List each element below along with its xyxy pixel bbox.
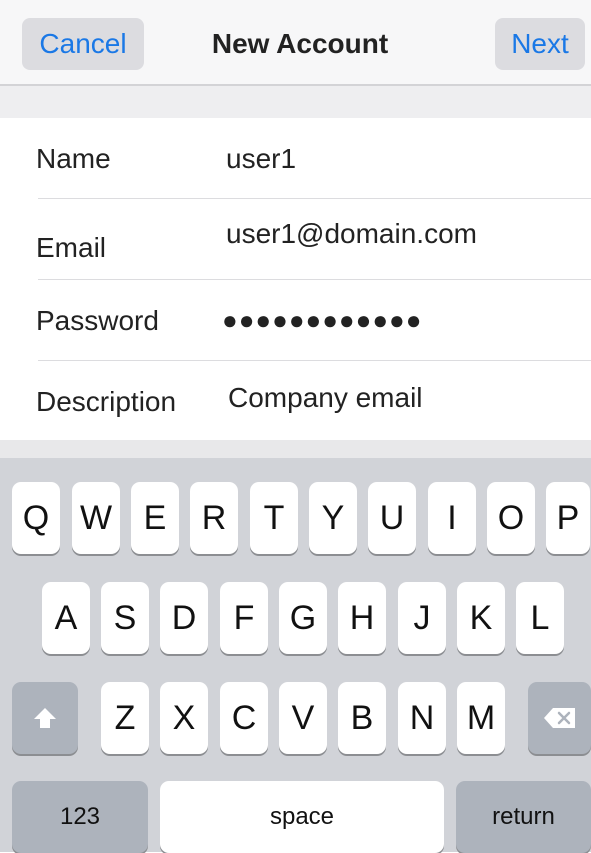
key-m[interactable]: M [457,682,505,754]
name-field[interactable]: user1 [226,118,296,199]
section-gap [0,86,591,118]
backspace-icon [543,708,575,728]
key-o[interactable]: O [487,482,535,554]
key-x[interactable]: X [160,682,208,754]
key-w[interactable]: W [72,482,120,554]
key-t[interactable]: T [250,482,298,554]
email-field[interactable]: user1@domain.com [226,193,477,274]
numbers-key[interactable]: 123 [12,781,148,853]
key-y[interactable]: Y [309,482,357,554]
key-g[interactable]: G [279,582,327,654]
key-p[interactable]: P [546,482,590,554]
description-label: Description [36,385,177,417]
name-label: Name [36,142,111,174]
navigation-bar: Cancel New Account Next [0,0,591,86]
key-n[interactable]: N [398,682,446,754]
keyboard-divider [0,440,591,458]
password-row[interactable]: Password ●●●●●●●●●●●● [0,280,591,361]
space-key[interactable]: space [160,781,444,853]
key-r[interactable]: R [190,482,238,554]
account-form: Name user1 Email user1@domain.com Passwo… [0,118,591,444]
key-l[interactable]: L [516,582,564,654]
key-i[interactable]: I [428,482,476,554]
key-e[interactable]: E [131,482,179,554]
description-row[interactable]: Description Company email [0,361,591,442]
shift-key[interactable] [12,682,78,754]
name-row[interactable]: Name user1 [0,118,591,199]
key-j[interactable]: J [398,582,446,654]
password-field[interactable]: ●●●●●●●●●●●● [222,280,422,361]
key-f[interactable]: F [220,582,268,654]
shift-arrow-icon [34,708,56,728]
key-h[interactable]: H [338,582,386,654]
key-c[interactable]: C [220,682,268,754]
page-title: New Account [211,28,389,59]
key-k[interactable]: K [457,582,505,654]
description-field[interactable]: Company email [228,357,423,438]
next-button[interactable]: Next [495,18,585,70]
key-z[interactable]: Z [101,682,149,754]
key-q[interactable]: Q [12,482,60,554]
key-u[interactable]: U [368,482,416,554]
key-a[interactable]: A [42,582,90,654]
key-b[interactable]: B [338,682,386,754]
key-v[interactable]: V [279,682,327,754]
return-key[interactable]: return [456,781,591,853]
email-label: Email [36,231,107,263]
keyboard: Q W E R T Y U I O P A S D F G H J K L Z … [0,458,591,853]
key-s[interactable]: S [101,582,149,654]
delete-key[interactable] [528,682,591,754]
password-label: Password [36,304,159,336]
cancel-button[interactable]: Cancel [22,18,144,70]
key-d[interactable]: D [160,582,208,654]
email-row[interactable]: Email user1@domain.com [0,199,591,280]
